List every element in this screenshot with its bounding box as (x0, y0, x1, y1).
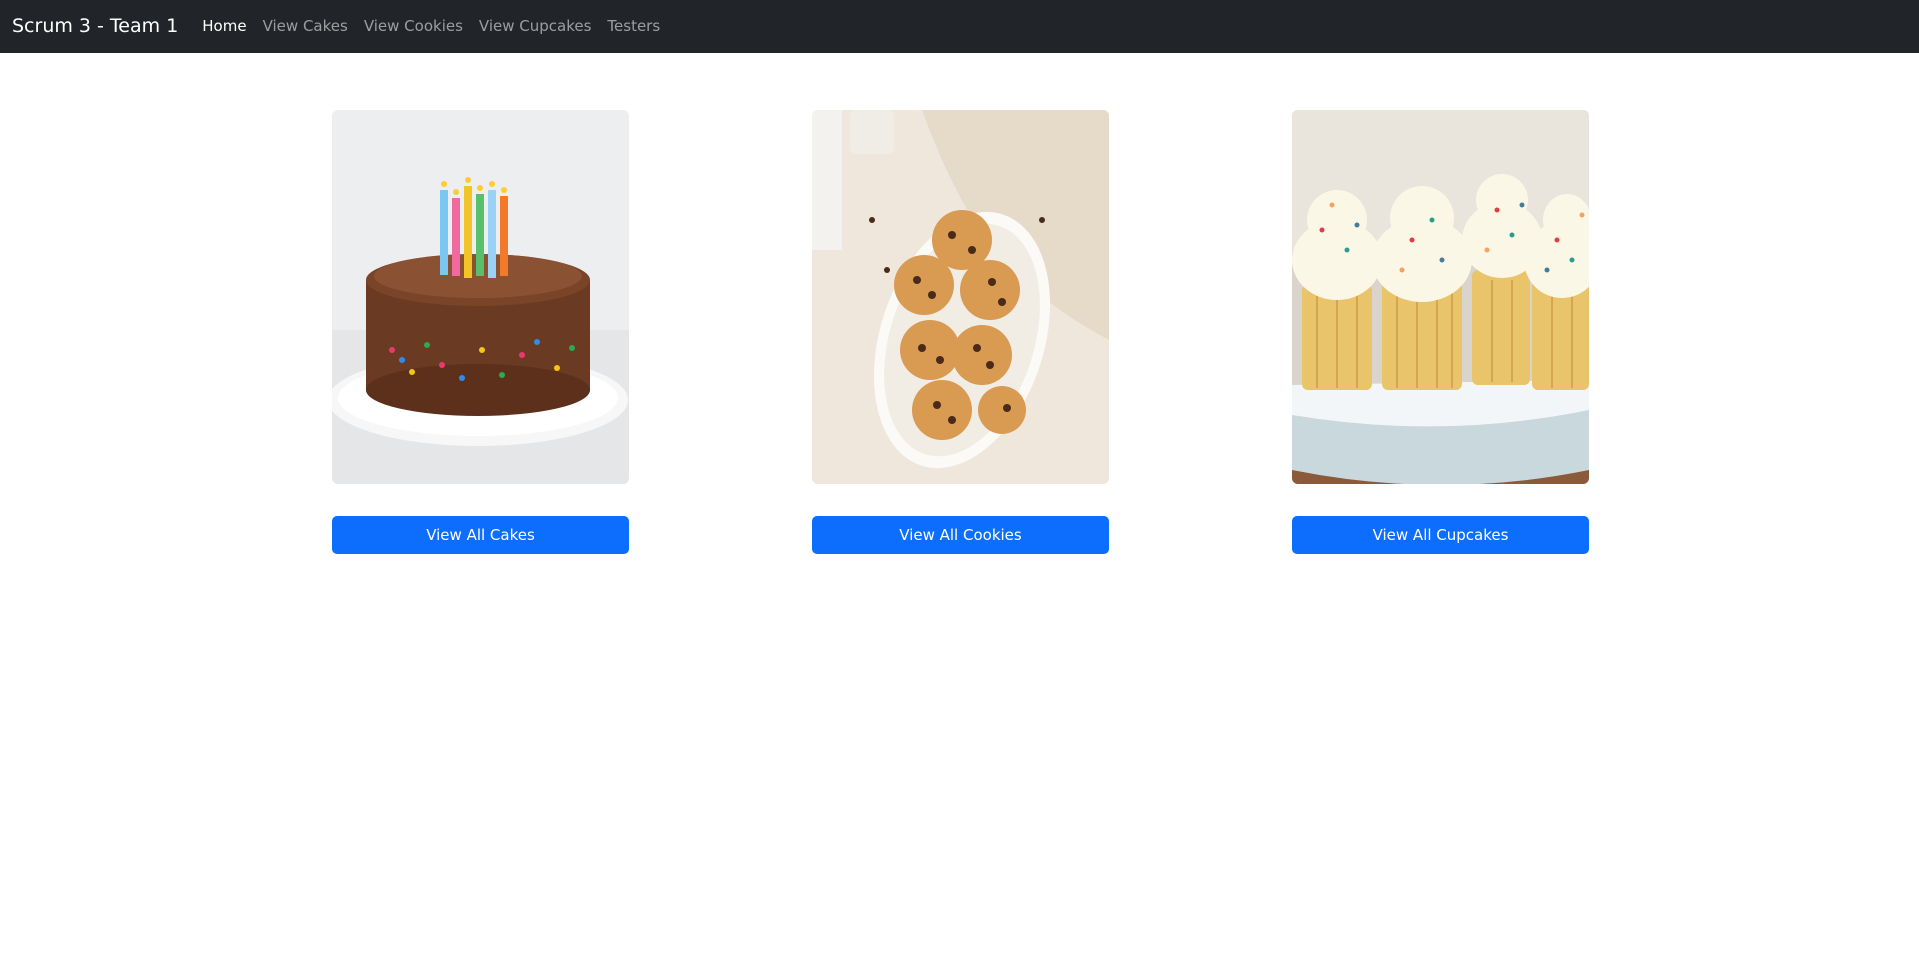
nav-links: Home View Cakes View Cookies View Cupcak… (202, 19, 676, 34)
cake-image (332, 110, 629, 484)
nav-link-home[interactable]: Home (202, 19, 246, 34)
nav-link-testers[interactable]: Testers (607, 19, 660, 34)
cookies-card: View All Cookies (812, 110, 1109, 554)
view-all-cakes-button[interactable]: View All Cakes (332, 516, 629, 554)
view-all-cookies-button[interactable]: View All Cookies (812, 516, 1109, 554)
cupcakes-card: View All Cupcakes (1292, 110, 1589, 554)
view-all-cupcakes-button[interactable]: View All Cupcakes (1292, 516, 1589, 554)
cake-card: View All Cakes (332, 110, 629, 554)
top-navbar: Scrum 3 - Team 1 Home View Cakes View Co… (0, 0, 1919, 53)
cookies-image (812, 110, 1109, 484)
nav-link-view-cakes[interactable]: View Cakes (263, 19, 348, 34)
navbar-brand[interactable]: Scrum 3 - Team 1 (12, 17, 178, 36)
nav-link-view-cupcakes[interactable]: View Cupcakes (479, 19, 592, 34)
cupcakes-image (1292, 110, 1589, 484)
nav-link-view-cookies[interactable]: View Cookies (364, 19, 463, 34)
